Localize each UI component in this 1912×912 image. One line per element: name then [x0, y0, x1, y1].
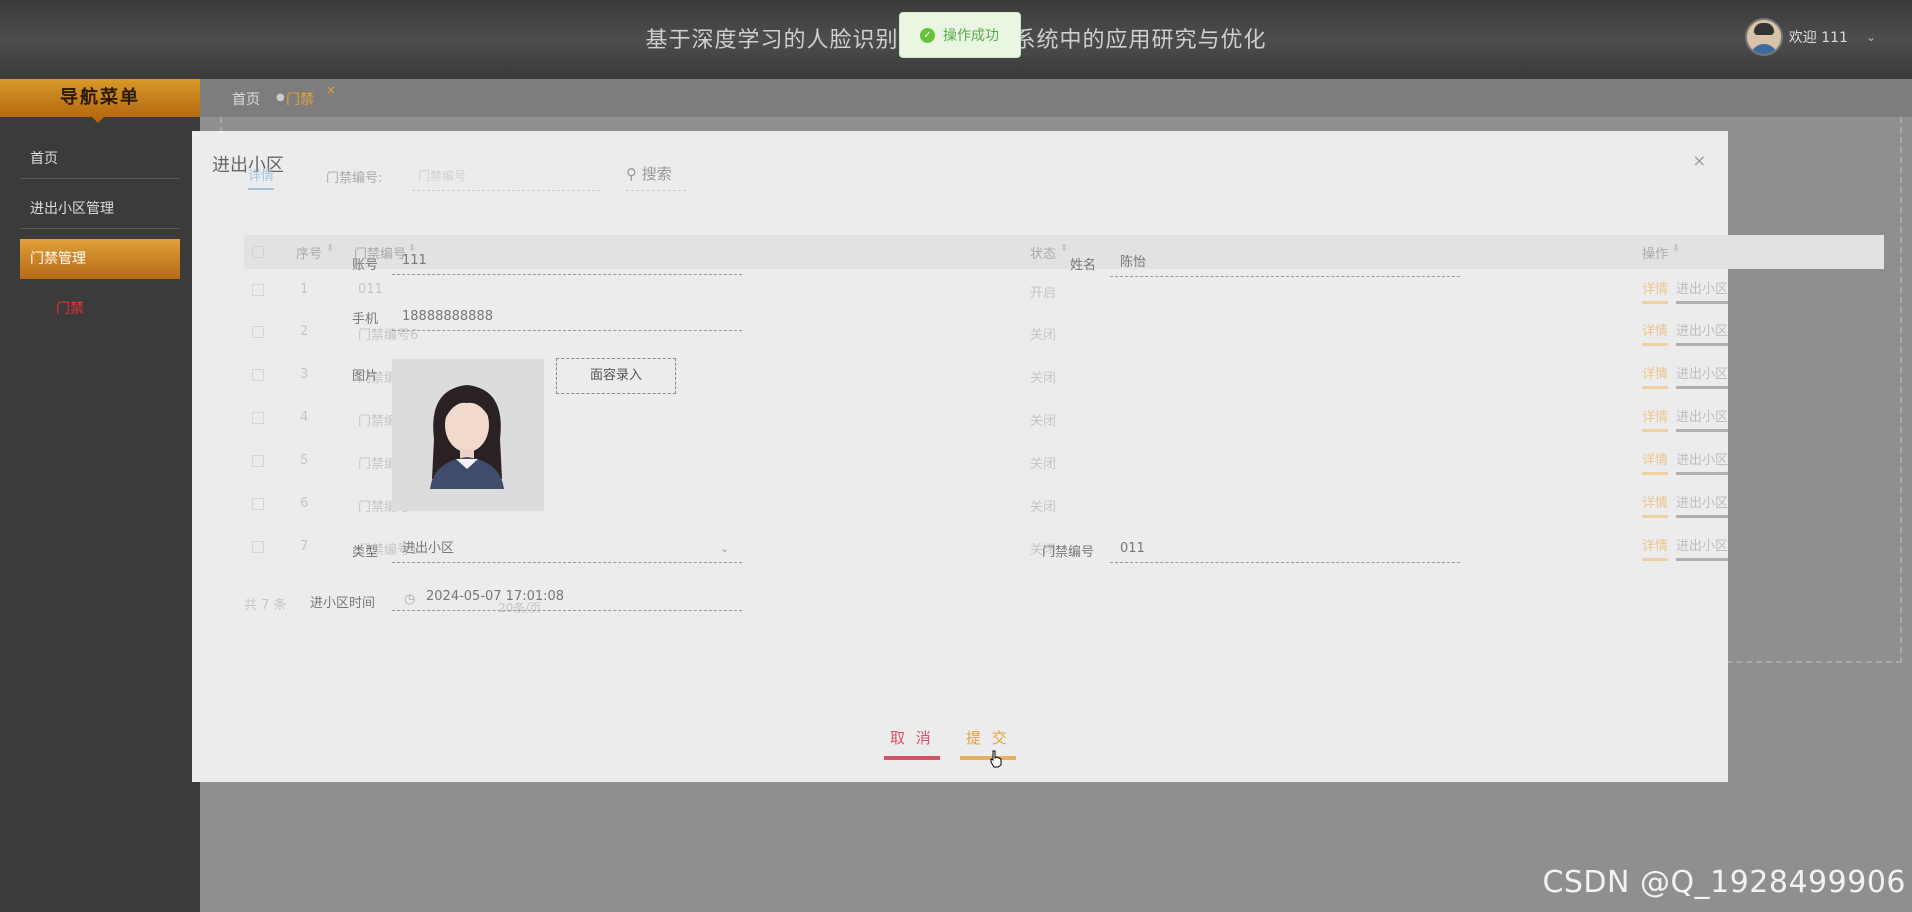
sidebar-title: 导航菜单 — [0, 79, 200, 123]
row-index: 5 — [300, 453, 309, 468]
close-icon[interactable]: × — [1693, 151, 1706, 170]
row-index: 6 — [300, 496, 309, 511]
breadcrumb-current[interactable]: 门禁 — [286, 89, 314, 109]
breadcrumb-home[interactable]: 首页 — [232, 89, 260, 109]
breadcrumb: 首页 ● 门禁 × — [200, 79, 1912, 117]
close-tab-icon[interactable]: × — [326, 83, 336, 97]
row-status: 关闭 — [1030, 500, 1057, 515]
detail-link[interactable]: 详情 — [1642, 492, 1669, 518]
sort-icon[interactable]: ⬍ — [1672, 243, 1680, 254]
row-checkbox[interactable] — [252, 498, 264, 510]
search-input[interactable]: 门禁编号 — [412, 167, 600, 191]
enter-link[interactable]: 进出小区 — [1676, 320, 1729, 346]
name-field[interactable]: 陈怡 — [1110, 253, 1460, 277]
detail-link[interactable]: 详情 — [1642, 406, 1669, 432]
enter-link[interactable]: 进出小区 — [1676, 406, 1729, 432]
row-status: 关闭 — [1030, 457, 1057, 472]
dot-icon: ● — [276, 92, 285, 103]
account-label: 账号 — [352, 258, 379, 273]
sidebar-subitem-gate[interactable]: 门禁 — [56, 298, 84, 318]
time-field[interactable]: 2024-05-07 17:01:08 — [392, 587, 742, 611]
sidebar: 导航菜单 首页 进出小区管理 门禁管理 门禁 — [0, 79, 200, 912]
chevron-down-icon[interactable]: ⌄ — [720, 542, 729, 555]
submit-button[interactable]: 提 交 — [960, 727, 1016, 760]
detail-link[interactable]: 详情 — [1642, 449, 1669, 475]
row-index: 7 — [300, 539, 309, 554]
sort-icon[interactable]: ⬍ — [326, 243, 334, 254]
row-status: 开启 — [1030, 286, 1057, 301]
welcome-text: 欢迎 111 — [1788, 30, 1848, 46]
row-status: 关闭 — [1030, 371, 1057, 386]
enter-link[interactable]: 进出小区 — [1676, 278, 1729, 304]
row-index: 2 — [300, 324, 309, 339]
detail-link[interactable]: 详情 — [1642, 278, 1669, 304]
enter-link[interactable]: 进出小区 — [1676, 449, 1729, 475]
type-label: 类型 — [352, 545, 379, 560]
face-photo[interactable] — [392, 359, 544, 511]
cancel-button[interactable]: 取 消 — [884, 727, 940, 760]
sort-icon[interactable]: ⬍ — [1060, 243, 1068, 254]
avatar[interactable] — [1744, 18, 1783, 56]
toast-message: 操作成功 — [943, 28, 999, 44]
chevron-down-icon[interactable]: ⌄ — [1866, 30, 1876, 44]
gate-field[interactable]: 011 — [1110, 539, 1460, 563]
column-header[interactable]: 操作 — [1642, 243, 1668, 262]
type-select[interactable]: 进出小区 — [392, 539, 742, 563]
phone-label: 手机 — [352, 312, 379, 327]
portrait-image — [430, 385, 504, 489]
enter-link[interactable]: 进出小区 — [1676, 535, 1729, 561]
detail-link[interactable]: 详情 — [1642, 535, 1669, 561]
search-label: 门禁编号: — [326, 171, 383, 186]
column-header[interactable]: 序号 — [296, 243, 322, 262]
row-checkbox[interactable] — [252, 541, 264, 553]
row-status: 关闭 — [1030, 328, 1057, 343]
row-checkbox[interactable] — [252, 412, 264, 424]
tab-detail[interactable]: 详情 — [248, 165, 275, 190]
search-icon: ⚲ — [626, 165, 637, 183]
row-checkbox[interactable] — [252, 369, 264, 381]
sidebar-item-gate-management[interactable]: 门禁管理 — [20, 239, 180, 279]
success-toast: ✓ 操作成功 — [899, 12, 1021, 58]
row-index: 1 — [300, 282, 309, 297]
detail-link[interactable]: 详情 — [1642, 363, 1669, 389]
sidebar-item-community[interactable]: 进出小区管理 — [20, 189, 180, 229]
face-capture-button[interactable]: 面容录入 — [556, 358, 676, 394]
search-button[interactable]: ⚲ 搜索 — [626, 163, 686, 191]
enter-community-dialog: 进出小区 × 详情 门禁编号: 门禁编号 ⚲ 搜索 序号 ⬍ 门禁编号 ⬍ 状态… — [192, 131, 1884, 782]
total-count: 共 7 条 — [244, 598, 287, 613]
time-label: 进小区时间 — [310, 596, 376, 611]
enter-link[interactable]: 进出小区 — [1676, 363, 1729, 389]
account-field[interactable]: 111 — [392, 251, 742, 275]
check-circle-icon: ✓ — [920, 27, 935, 43]
row-checkbox[interactable] — [252, 326, 264, 338]
column-header[interactable]: 状态 — [1030, 243, 1056, 262]
row-status: 关闭 — [1030, 414, 1057, 429]
detail-link[interactable]: 详情 — [1642, 320, 1669, 346]
watermark: CSDN @Q_1928499906 — [1542, 865, 1906, 900]
user-menu[interactable]: 欢迎 111 ⌄ — [1744, 18, 1876, 56]
row-checkbox[interactable] — [252, 455, 264, 467]
hand-cursor-icon — [990, 750, 1002, 768]
photo-label: 图片 — [352, 369, 379, 384]
enter-link[interactable]: 进出小区 — [1676, 492, 1729, 518]
row-checkbox[interactable] — [252, 284, 264, 296]
phone-field[interactable]: 18888888888 — [392, 307, 742, 331]
select-all-checkbox[interactable] — [252, 246, 264, 258]
sidebar-item-home[interactable]: 首页 — [20, 139, 180, 179]
row-code: 011 — [358, 282, 383, 297]
row-index: 4 — [300, 410, 309, 425]
name-label: 姓名 — [1070, 258, 1097, 273]
gate-label: 门禁编号 — [1042, 545, 1095, 560]
row-index: 3 — [300, 367, 309, 382]
